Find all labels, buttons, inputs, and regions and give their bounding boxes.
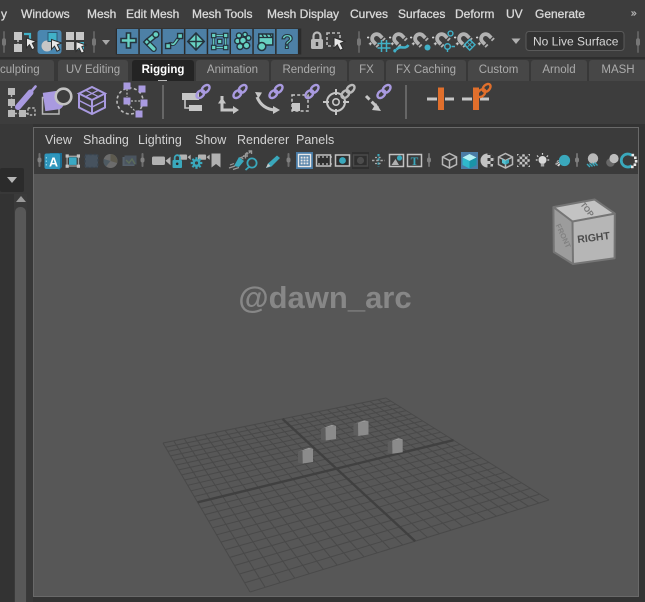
svg-text:T: T — [411, 156, 419, 168]
svg-text:A: A — [49, 156, 58, 170]
svg-text:?: ? — [281, 32, 293, 54]
svg-text:No Live Surface: No Live Surface — [533, 35, 619, 49]
